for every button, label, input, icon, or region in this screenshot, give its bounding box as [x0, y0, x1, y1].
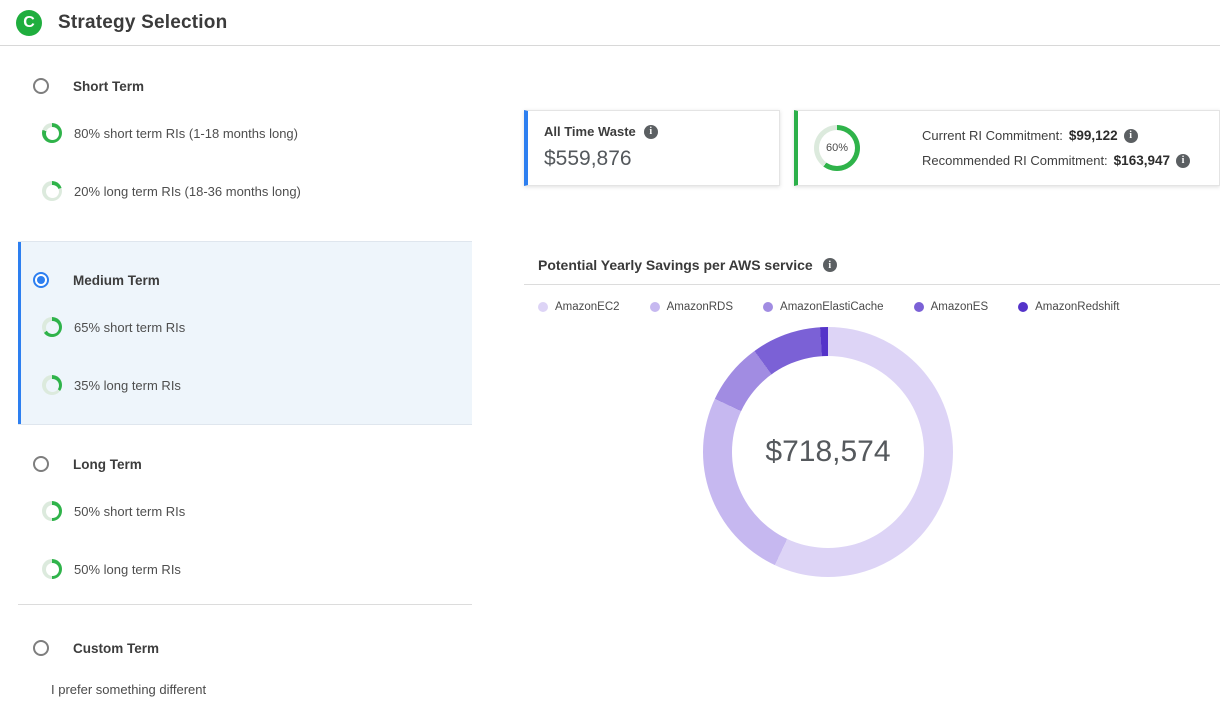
option-label: Custom Term — [73, 641, 159, 656]
legend-dot-icon — [914, 302, 924, 312]
legend-item[interactable]: AmazonRDS — [650, 301, 733, 313]
commitment-ring-label: 60% — [819, 130, 855, 166]
current-commitment-label: Current RI Commitment: — [922, 128, 1063, 143]
page-title: Strategy Selection — [58, 12, 227, 34]
info-icon[interactable]: i — [1124, 129, 1138, 143]
allocation-label: 50% long term RIs — [74, 562, 181, 577]
option-short-term-header[interactable]: Short Term — [18, 74, 472, 98]
radio-custom-term[interactable] — [33, 640, 49, 656]
progress-ring-icon — [42, 181, 62, 201]
legend-dot-icon — [763, 302, 773, 312]
chart-divider — [524, 284, 1220, 285]
legend-dot-icon — [538, 302, 548, 312]
allocation-item: 20% long term RIs (18-36 months long) — [18, 180, 472, 202]
header: C Strategy Selection — [0, 0, 1220, 46]
radio-short-term[interactable] — [33, 78, 49, 94]
progress-ring-icon — [42, 501, 62, 521]
legend-item[interactable]: AmazonElastiCache — [763, 301, 884, 313]
allocation-item: 65% short term RIs — [18, 316, 472, 338]
option-long-term-header[interactable]: Long Term — [18, 452, 472, 476]
info-icon[interactable]: i — [644, 125, 658, 139]
legend-label: AmazonElastiCache — [780, 301, 884, 313]
allocation-label: 50% short term RIs — [74, 504, 185, 519]
current-commitment-value: $99,122 — [1069, 128, 1118, 143]
option-medium-term-header[interactable]: Medium Term — [18, 268, 472, 292]
progress-ring-icon — [42, 375, 62, 395]
option-custom-term[interactable]: Custom Term I prefer something different — [18, 605, 472, 717]
commitment-progress-ring: 60% — [814, 125, 860, 171]
option-label: Long Term — [73, 457, 142, 472]
savings-total: $718,574 — [732, 356, 924, 548]
recommended-commitment-value: $163,947 — [1114, 153, 1170, 168]
option-medium-term[interactable]: Medium Term 65% short term RIs 35% long … — [18, 241, 472, 425]
legend-dot-icon — [650, 302, 660, 312]
progress-ring-icon — [42, 123, 62, 143]
allocation-label: 65% short term RIs — [74, 320, 185, 335]
custom-term-description: I prefer something different — [18, 682, 472, 697]
allocation-item: 50% long term RIs — [18, 558, 472, 580]
option-short-term[interactable]: Short Term 80% short term RIs (1-18 mont… — [18, 46, 472, 241]
current-commitment-row: Current RI Commitment: $99,122 i — [922, 128, 1190, 143]
legend-label: AmazonRedshift — [1035, 301, 1119, 313]
info-icon[interactable]: i — [823, 258, 837, 272]
chart-header: Potential Yearly Savings per AWS service… — [538, 257, 837, 273]
legend-label: AmazonRDS — [667, 301, 733, 313]
savings-donut: $718,574 — [703, 327, 953, 577]
allocation-item: 80% short term RIs (1-18 months long) — [18, 122, 472, 144]
radio-medium-term[interactable] — [33, 272, 49, 288]
waste-card-title: All Time Waste — [544, 124, 636, 139]
chart-legend: AmazonEC2 AmazonRDS AmazonElastiCache Amazo… — [538, 301, 1120, 313]
waste-card-value: $559,876 — [544, 147, 763, 171]
allocation-item: 35% long term RIs — [18, 374, 472, 396]
legend-label: AmazonEC2 — [555, 301, 620, 313]
all-time-waste-card: All Time Waste i $559,876 — [524, 110, 780, 186]
app-logo-icon: C — [16, 10, 42, 36]
legend-label: AmazonES — [931, 301, 989, 313]
option-custom-term-header[interactable]: Custom Term — [18, 636, 472, 660]
progress-ring-icon — [42, 317, 62, 337]
option-label: Medium Term — [73, 273, 160, 288]
progress-ring-icon — [42, 559, 62, 579]
allocation-label: 35% long term RIs — [74, 378, 181, 393]
option-long-term[interactable]: Long Term 50% short term RIs 50% long te… — [18, 425, 472, 605]
legend-item[interactable]: AmazonRedshift — [1018, 301, 1119, 313]
strategy-options-panel: Short Term 80% short term RIs (1-18 mont… — [18, 46, 472, 717]
option-label: Short Term — [73, 79, 144, 94]
recommended-commitment-row: Recommended RI Commitment: $163,947 i — [922, 153, 1190, 168]
radio-long-term[interactable] — [33, 456, 49, 472]
allocation-item: 50% short term RIs — [18, 500, 472, 522]
info-icon[interactable]: i — [1176, 154, 1190, 168]
legend-item[interactable]: AmazonEC2 — [538, 301, 620, 313]
legend-dot-icon — [1018, 302, 1028, 312]
allocation-label: 20% long term RIs (18-36 months long) — [74, 184, 301, 199]
legend-item[interactable]: AmazonES — [914, 301, 989, 313]
ri-commitment-card: 60% Current RI Commitment: $99,122 i Rec… — [794, 110, 1220, 186]
allocation-label: 80% short term RIs (1-18 months long) — [74, 126, 298, 141]
chart-title: Potential Yearly Savings per AWS service — [538, 257, 813, 273]
recommended-commitment-label: Recommended RI Commitment: — [922, 153, 1108, 168]
